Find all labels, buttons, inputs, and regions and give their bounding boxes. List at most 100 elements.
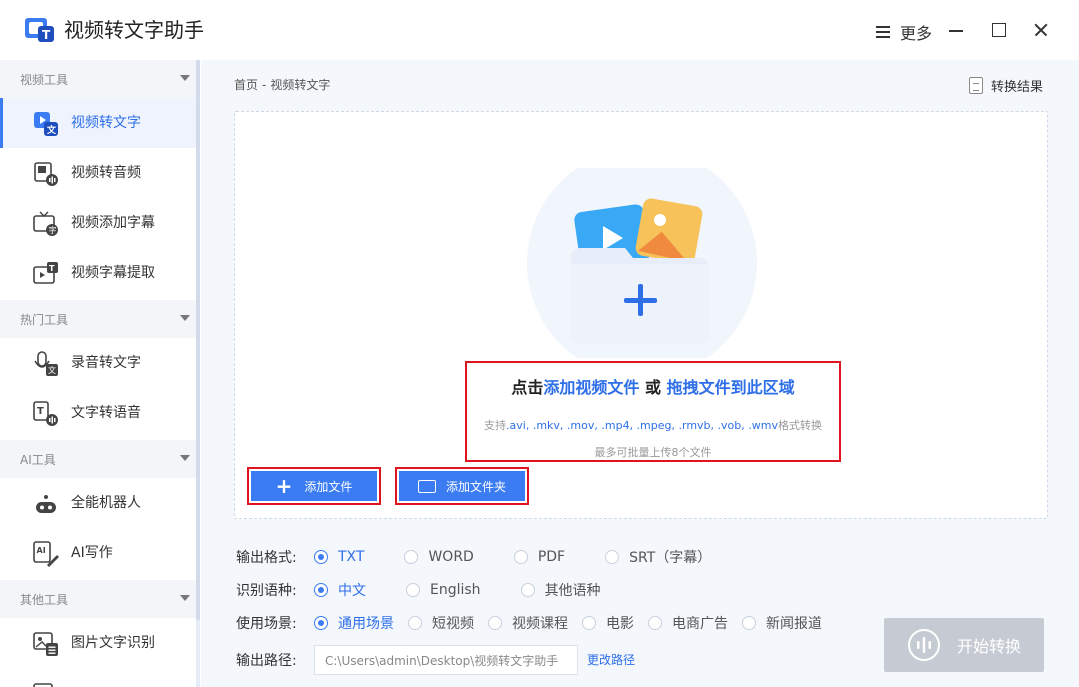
- minimize-button[interactable]: [944, 18, 968, 42]
- sidebar-item-label: 视频添加字幕: [71, 215, 155, 231]
- text-to-speech-icon: T: [33, 401, 58, 426]
- close-button[interactable]: [1029, 18, 1053, 42]
- sidebar-item-text-to-speech[interactable]: T 文字转语音: [0, 388, 196, 438]
- conversion-results-label: 转换结果: [991, 80, 1044, 95]
- ai-writing-icon: AI: [33, 541, 59, 567]
- sidebar-item-label: 录音转文字: [71, 355, 141, 371]
- output-path-row: 输出路径:: [236, 649, 306, 671]
- language-label: 识别语种:: [236, 583, 297, 599]
- start-conversion-button[interactable]: 开始转换: [884, 618, 1044, 672]
- language-option-chinese[interactable]: 中文: [314, 580, 366, 600]
- scene-label: 使用场景:: [236, 616, 297, 632]
- caret-down-icon: [180, 315, 190, 321]
- audio-wave-icon: [907, 629, 940, 661]
- add-folder-highlight: 添加文件夹: [395, 467, 529, 505]
- change-path-link[interactable]: 更改路径: [587, 651, 635, 668]
- conversion-results-link[interactable]: 转换结果: [969, 76, 1043, 95]
- add-folder-button[interactable]: 添加文件夹: [399, 471, 525, 501]
- sidebar-item-ai-writing[interactable]: AI AI写作: [0, 528, 196, 578]
- breadcrumb-current: 视频转文字: [270, 78, 331, 92]
- sidebar-scrollbar[interactable]: [196, 60, 200, 687]
- language-option-other[interactable]: 其他语种: [520, 580, 601, 600]
- tool-icon: [33, 683, 53, 687]
- file-drop-zone[interactable]: 点击添加视频文件 或 拖拽文件到此区域 支持.avi, .mkv, .mov, …: [234, 111, 1048, 519]
- scene-option-course[interactable]: 视频课程: [488, 613, 568, 633]
- video-subtitle-icon: 字: [33, 211, 58, 236]
- sidebar-item-robot[interactable]: 全能机器人: [0, 478, 196, 528]
- sidebar-item-label: 视频字幕提取: [71, 265, 155, 281]
- document-icon: [969, 77, 983, 94]
- add-file-button[interactable]: + 添加文件: [251, 471, 377, 501]
- output-path-input[interactable]: [314, 645, 578, 675]
- drag-here-text: 拖拽文件到此区域: [666, 378, 795, 397]
- sidebar-item-label: 视频转文字: [71, 115, 141, 131]
- sidebar-item-video-to-text[interactable]: 文 视频转文字: [0, 98, 196, 148]
- scene-option-ecommerce-ad[interactable]: 电商广告: [648, 613, 728, 633]
- output-path-label: 输出路径:: [236, 653, 297, 669]
- image-ocr-icon: [33, 632, 58, 656]
- more-menu-button[interactable]: 更多: [876, 20, 932, 44]
- sidebar-group-other-tools[interactable]: 其他工具: [0, 580, 196, 618]
- scene-option-news[interactable]: 新闻报道: [742, 613, 822, 633]
- start-conversion-label: 开始转换: [956, 637, 1021, 656]
- scene-option-short-video[interactable]: 短视频: [408, 613, 474, 633]
- sidebar-group-ai-tools[interactable]: AI工具: [0, 440, 196, 478]
- language-row: 识别语种: 中文 English 其他语种: [236, 579, 601, 601]
- add-video-link[interactable]: 添加视频文件: [543, 378, 639, 397]
- title-bar: T 视频转文字助手 更多: [0, 0, 1079, 60]
- scene-option-general[interactable]: 通用场景: [314, 613, 394, 633]
- format-option-srt[interactable]: SRT（字幕）: [605, 547, 711, 567]
- breadcrumb-home[interactable]: 首页: [234, 78, 258, 92]
- menu-icon: [876, 25, 892, 39]
- sidebar-item-extract-subtitles[interactable]: T 视频字幕提取: [0, 248, 196, 298]
- upload-limit-text: 最多可批量上传8个文件: [594, 446, 712, 459]
- more-menu-label: 更多: [900, 24, 933, 43]
- sidebar-item-label: 视频转音频: [71, 165, 141, 181]
- svg-text:字: 字: [49, 225, 57, 235]
- sidebar: 视频工具 文 视频转文字 视频转音频 字 视频添加字幕 T 视频字幕提取 热门工…: [0, 60, 200, 687]
- svg-text:AI: AI: [37, 546, 46, 555]
- sidebar-item-label: AI写作: [71, 545, 113, 561]
- format-option-txt[interactable]: TXT: [314, 549, 364, 565]
- app-logo-icon: T: [25, 18, 54, 42]
- svg-text:T: T: [37, 406, 44, 417]
- sidebar-item-label: 文字转语音: [71, 405, 141, 421]
- format-option-word[interactable]: WORD: [404, 549, 474, 565]
- sidebar-item-more[interactable]: [0, 668, 196, 687]
- svg-text:文: 文: [46, 124, 57, 136]
- drop-hint-box: 点击添加视频文件 或 拖拽文件到此区域 支持.avi, .mkv, .mov, …: [465, 361, 841, 462]
- language-option-english[interactable]: English: [406, 582, 481, 598]
- sidebar-item-image-ocr[interactable]: 图片文字识别: [0, 618, 196, 668]
- sidebar-item-video-to-audio[interactable]: 视频转音频: [0, 148, 196, 198]
- video-to-text-icon: 文: [34, 112, 58, 136]
- sidebar-item-label: 图片文字识别: [71, 635, 155, 651]
- video-to-audio-icon: [34, 162, 58, 186]
- output-format-label: 输出格式:: [236, 550, 297, 566]
- microphone-icon: 文: [34, 351, 58, 376]
- main-panel: 首页 - 视频转文字 转换结果 点击添加视频文件 或 拖拽文件到此区域 支持.avi…: [201, 60, 1079, 687]
- folder-upload-illustration: [527, 168, 757, 358]
- sidebar-group-video-tools[interactable]: 视频工具: [0, 60, 196, 98]
- robot-icon: [36, 495, 56, 513]
- sidebar-group-hot-tools[interactable]: 热门工具: [0, 300, 196, 338]
- svg-text:文: 文: [48, 365, 56, 375]
- output-format-row: 输出格式: TXT WORD PDF SRT（字幕）: [236, 546, 711, 568]
- app-title: 视频转文字助手: [64, 18, 204, 42]
- add-file-highlight: + 添加文件: [247, 467, 381, 505]
- caret-down-icon: [180, 455, 190, 461]
- plus-icon: +: [275, 474, 293, 498]
- scene-option-movie[interactable]: 电影: [582, 613, 634, 633]
- sidebar-item-add-subtitles[interactable]: 字 视频添加字幕: [0, 198, 196, 248]
- folder-icon: [417, 479, 436, 493]
- sidebar-item-label: 全能机器人: [71, 495, 141, 511]
- scene-row: 使用场景: 通用场景 短视频 视频课程 电影 电商广告 新闻报道: [236, 612, 822, 634]
- maximize-button[interactable]: [987, 18, 1011, 42]
- svg-text:T: T: [42, 28, 51, 42]
- subtitle-extract-icon: T: [33, 262, 58, 284]
- breadcrumb-separator: -: [262, 78, 267, 92]
- drop-hint-title: 点击添加视频文件 或 拖拽文件到此区域: [511, 378, 795, 397]
- sidebar-item-recording-to-text[interactable]: 文 录音转文字: [0, 338, 196, 388]
- caret-down-icon: [180, 595, 190, 601]
- breadcrumb: 首页 - 视频转文字: [234, 76, 334, 94]
- format-option-pdf[interactable]: PDF: [513, 549, 565, 565]
